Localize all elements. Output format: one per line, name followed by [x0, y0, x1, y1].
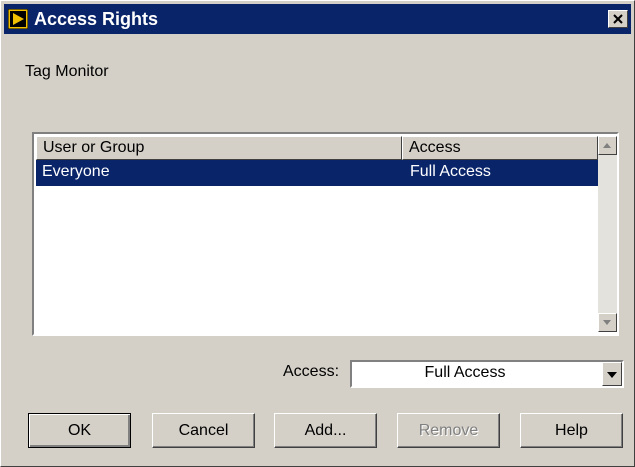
ok-button-label: OK — [67, 422, 92, 439]
cell-user: Everyone — [42, 163, 110, 180]
scroll-up-button[interactable] — [598, 136, 617, 155]
scroll-down-button[interactable] — [598, 313, 617, 332]
help-button[interactable]: Help — [520, 413, 623, 448]
access-dropdown-value: Full Access — [424, 364, 506, 381]
add-button[interactable]: Add... — [274, 413, 377, 448]
app-icon — [8, 9, 28, 29]
dropdown-button[interactable] — [602, 362, 622, 386]
remove-button[interactable]: Remove — [397, 413, 500, 448]
cell-access: Full Access — [410, 163, 491, 180]
dialog-subtitle: Tag Monitor — [25, 63, 109, 80]
arrow-up-icon — [603, 143, 611, 148]
add-button-label: Add... — [304, 422, 347, 439]
column-header-access[interactable]: Access — [402, 136, 598, 160]
arrow-down-icon — [603, 320, 611, 325]
remove-button-label: Remove — [418, 422, 479, 439]
cancel-button-label: Cancel — [178, 422, 229, 439]
column-header-user[interactable]: User or Group — [36, 136, 402, 160]
chevron-down-icon — [607, 372, 617, 378]
table-row[interactable]: Everyone Full Access — [36, 160, 598, 186]
close-icon — [613, 14, 623, 24]
window-title: Access Rights — [34, 9, 159, 29]
access-dropdown[interactable]: Full Access — [350, 360, 624, 388]
cancel-button[interactable]: Cancel — [152, 413, 255, 448]
title-bar[interactable]: Access Rights — [4, 4, 631, 34]
ok-button[interactable]: OK — [28, 413, 131, 448]
user-access-list[interactable]: User or Group Access Everyone Full Acces… — [32, 132, 619, 336]
access-rights-dialog: Access Rights Tag Monitor User or Group … — [0, 0, 635, 467]
vertical-scrollbar[interactable] — [598, 136, 617, 332]
close-button[interactable] — [608, 10, 628, 28]
access-label: Access: — [283, 363, 340, 380]
help-button-label: Help — [555, 422, 588, 439]
